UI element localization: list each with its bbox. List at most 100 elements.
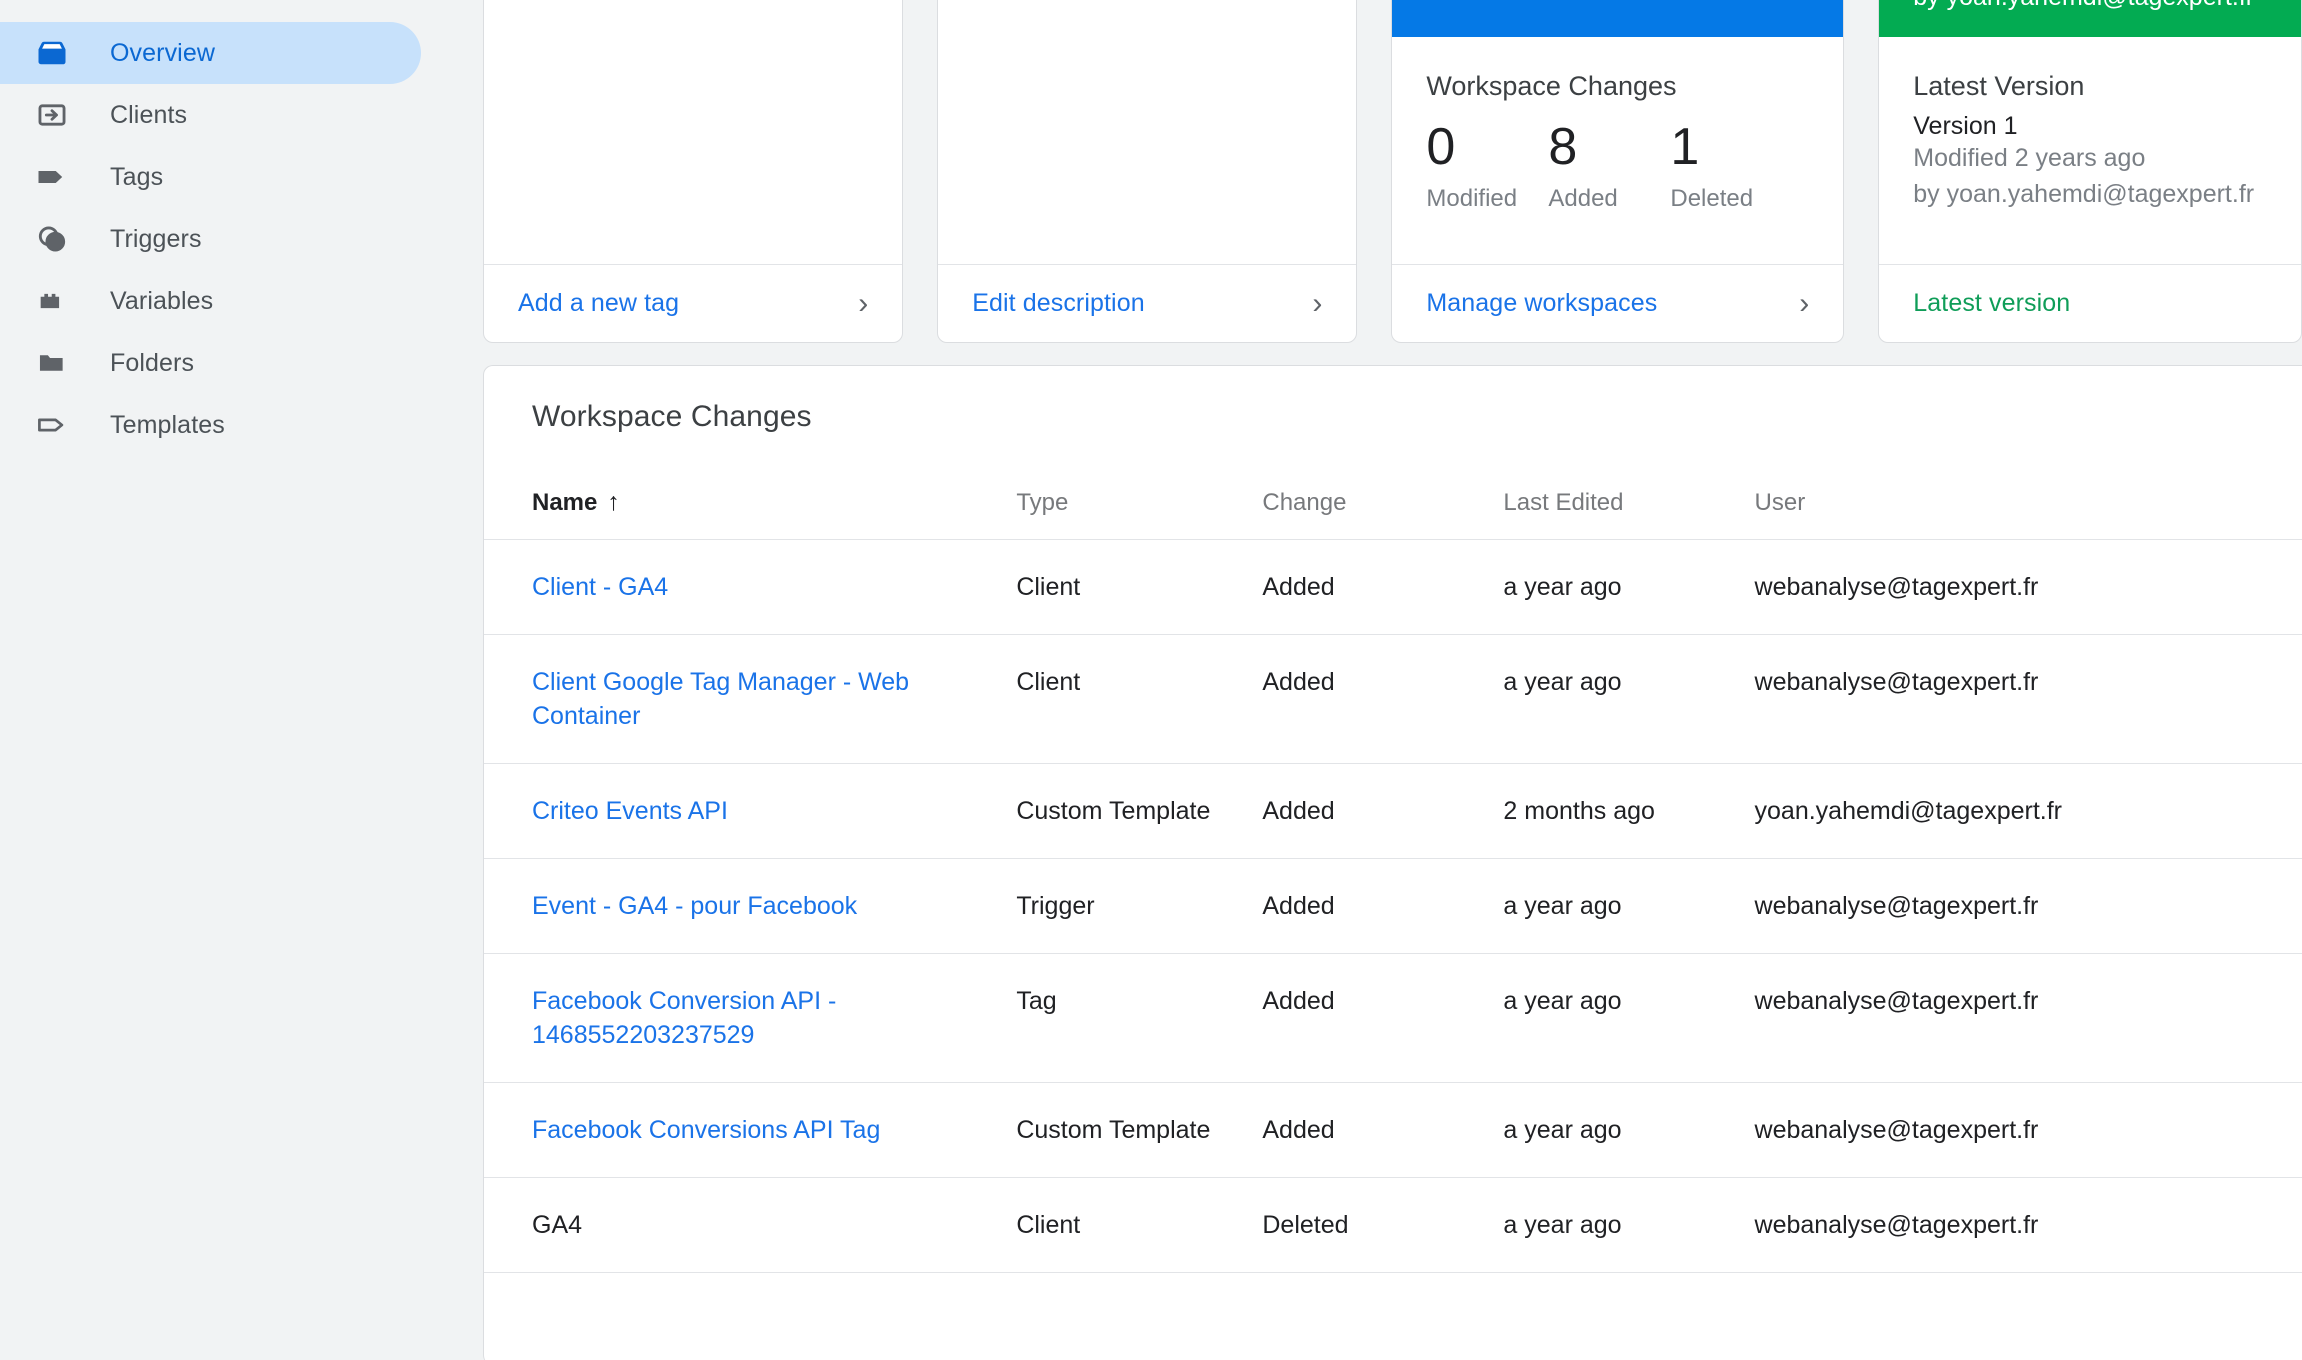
table-body: Client - GA4 Client Added a year ago webanal… (484, 539, 2302, 1273)
add-new-tag-button[interactable]: Add a new tag › (484, 264, 903, 342)
workspace-changes-table-card: Workspace Changes Name ↑ Type Change Last… (483, 365, 2302, 1360)
table-row: Client - GA4 Client Added a year ago webanal… (484, 539, 2302, 635)
cell-last-edited: a year ago (1503, 953, 1755, 1083)
tags-icon (32, 157, 72, 197)
latest-version-modified-by: by yoan.yahemdi@tagexpert.fr (1913, 179, 2255, 208)
cell-change: Added (1262, 858, 1504, 954)
sidebar-item-folders[interactable]: Folders (0, 332, 421, 394)
sidebar-item-label: Folders (110, 348, 195, 377)
overview-icon (32, 33, 72, 73)
cell-last-edited: a year ago (1503, 1177, 1755, 1273)
sidebar-item-label: Overview (110, 38, 215, 67)
stat-modified-label: Modified (1426, 184, 1518, 212)
workspace-changes-stats: 0 Modified 8 Added 1 Deleted (1426, 120, 1809, 213)
table-row: Facebook Conversions API Tag Custom Templ… (484, 1082, 2302, 1178)
description-card-body: Description (938, 0, 1356, 264)
cell-last-edited: a year ago (1503, 1082, 1755, 1178)
sidebar-item-label: Templates (110, 410, 225, 439)
column-header-type[interactable]: Type (1016, 434, 1263, 540)
latest-version-button[interactable]: Latest version (1879, 264, 2301, 342)
sidebar-item-clients[interactable]: Clients (0, 84, 421, 146)
cell-type: Client (1016, 1177, 1263, 1273)
sidebar-nav: Overview Clients Tags Triggers Variables… (0, 0, 483, 1360)
chevron-right-icon: › (1312, 286, 1323, 320)
manage-workspaces-label: Manage workspaces (1426, 289, 1658, 317)
workspace-changes-table: Name ↑ Type Change Last Edited User Clien… (484, 434, 2302, 1273)
sidebar-item-templates[interactable]: Templates (0, 394, 421, 456)
stat-added-value: 8 (1548, 118, 1578, 176)
sidebar-item-triggers[interactable]: Triggers (0, 208, 421, 270)
main-content: Add a new tag › Description Edit descrip… (483, 0, 2302, 1360)
workspace-changes-card: Workspace Changes 0 Modified 8 Added 1 D (1391, 0, 1845, 343)
description-card: Description Edit description › (937, 0, 1358, 343)
sidebar-item-label: Tags (110, 162, 164, 191)
cell-user: webanalyse@tagexpert.fr (1754, 1082, 2302, 1178)
table-title: Workspace Changes (532, 400, 812, 433)
table-header: Name ↑ Type Change Last Edited User (484, 434, 2302, 540)
folders-icon (32, 343, 72, 383)
sidebar-item-variables[interactable]: Variables (0, 270, 421, 332)
latest-version-name: Version 1 (1913, 112, 2018, 140)
row-name-link[interactable]: Client - GA4 (532, 573, 668, 601)
chevron-right-icon: › (858, 286, 869, 320)
cell-name: Criteo Events API (484, 763, 1017, 859)
row-name-link[interactable]: Event - GA4 - pour Facebook (532, 892, 857, 920)
row-name-link[interactable]: Facebook Conversions API Tag (532, 1116, 880, 1144)
cell-name: Event - GA4 - pour Facebook (484, 858, 1017, 954)
stat-deleted: 1 Deleted (1670, 120, 1792, 213)
chevron-right-icon: › (1799, 286, 1810, 320)
latest-version-title: Latest Version (1913, 71, 2085, 101)
column-header-change[interactable]: Change (1262, 434, 1504, 540)
column-header-name[interactable]: Name ↑ (484, 434, 1017, 540)
cell-change: Added (1262, 634, 1504, 764)
sidebar-item-label: Variables (110, 286, 214, 315)
table-row: Event - GA4 - pour Facebook Trigger Added a… (484, 858, 2302, 954)
cell-last-edited: a year ago (1503, 858, 1755, 954)
row-name-link[interactable]: Criteo Events API (532, 797, 728, 825)
workspace-changes-banner (1392, 0, 1844, 37)
table-row: Client Google Tag Manager - Web Containe… (484, 634, 2302, 764)
cell-change: Deleted (1262, 1177, 1504, 1273)
add-new-tag-label: Add a new tag (518, 289, 680, 317)
published-by: by yoan.yahemdi@tagexpert.fr (1913, 0, 2267, 15)
workspace-changes-body: Workspace Changes 0 Modified 8 Added 1 D (1392, 37, 1843, 264)
edit-description-button[interactable]: Edit description › (938, 264, 1357, 342)
sort-ascending-icon: ↑ (607, 488, 620, 516)
cell-user: webanalyse@tagexpert.fr (1754, 634, 2302, 764)
row-name-link[interactable]: Client Google Tag Manager - Web Containe… (532, 668, 909, 730)
column-header-last-edited[interactable]: Last Edited (1503, 434, 1755, 540)
stat-modified: 0 Modified (1426, 120, 1548, 213)
table-row: Facebook Conversion API - 14685522032375… (484, 953, 2302, 1083)
cell-type: Client (1016, 539, 1263, 635)
manage-workspaces-button[interactable]: Manage workspaces › (1392, 264, 1844, 342)
sidebar-item-label: Triggers (110, 224, 202, 253)
gtm-overview-page: Overview Clients Tags Triggers Variables… (0, 0, 2302, 1360)
sidebar-item-overview[interactable]: Overview (0, 22, 421, 84)
cell-change: Added (1262, 539, 1504, 635)
cell-change: Added (1262, 953, 1504, 1083)
cell-change: Added (1262, 763, 1504, 859)
cell-name: Client Google Tag Manager - Web Containe… (484, 634, 1017, 764)
cell-change: Added (1262, 1082, 1504, 1178)
cell-user: yoan.yahemdi@tagexpert.fr (1754, 763, 2302, 859)
table-header-row: Name ↑ Type Change Last Edited User (484, 434, 2302, 540)
cell-type: Custom Template (1016, 763, 1263, 859)
cell-type: Tag (1016, 953, 1263, 1083)
templates-icon (32, 405, 72, 445)
cell-name: Client - GA4 (484, 539, 1017, 635)
cell-user: webanalyse@tagexpert.fr (1754, 539, 2302, 635)
table-row: Criteo Events API Custom Template Added 2 m… (484, 763, 2302, 859)
summary-cards-row: Add a new tag › Description Edit descrip… (483, 0, 2302, 343)
published-banner: Published 2 years ago by yoan.yahemdi@ta… (1879, 0, 2301, 37)
sidebar-item-tags[interactable]: Tags (0, 146, 421, 208)
row-name-link[interactable]: Facebook Conversion API - 14685522032375… (532, 987, 836, 1049)
stat-deleted-value: 1 (1670, 118, 1700, 176)
latest-version-modified: Modified 2 years ago (1913, 144, 2146, 172)
cell-name: GA4 (484, 1177, 1017, 1273)
clients-icon (32, 95, 72, 135)
stat-deleted-label: Deleted (1670, 184, 1754, 212)
cell-type: Trigger (1016, 858, 1263, 954)
column-header-user[interactable]: User (1754, 434, 2302, 540)
triggers-icon (32, 219, 72, 259)
cell-user: webanalyse@tagexpert.fr (1754, 1177, 2302, 1273)
